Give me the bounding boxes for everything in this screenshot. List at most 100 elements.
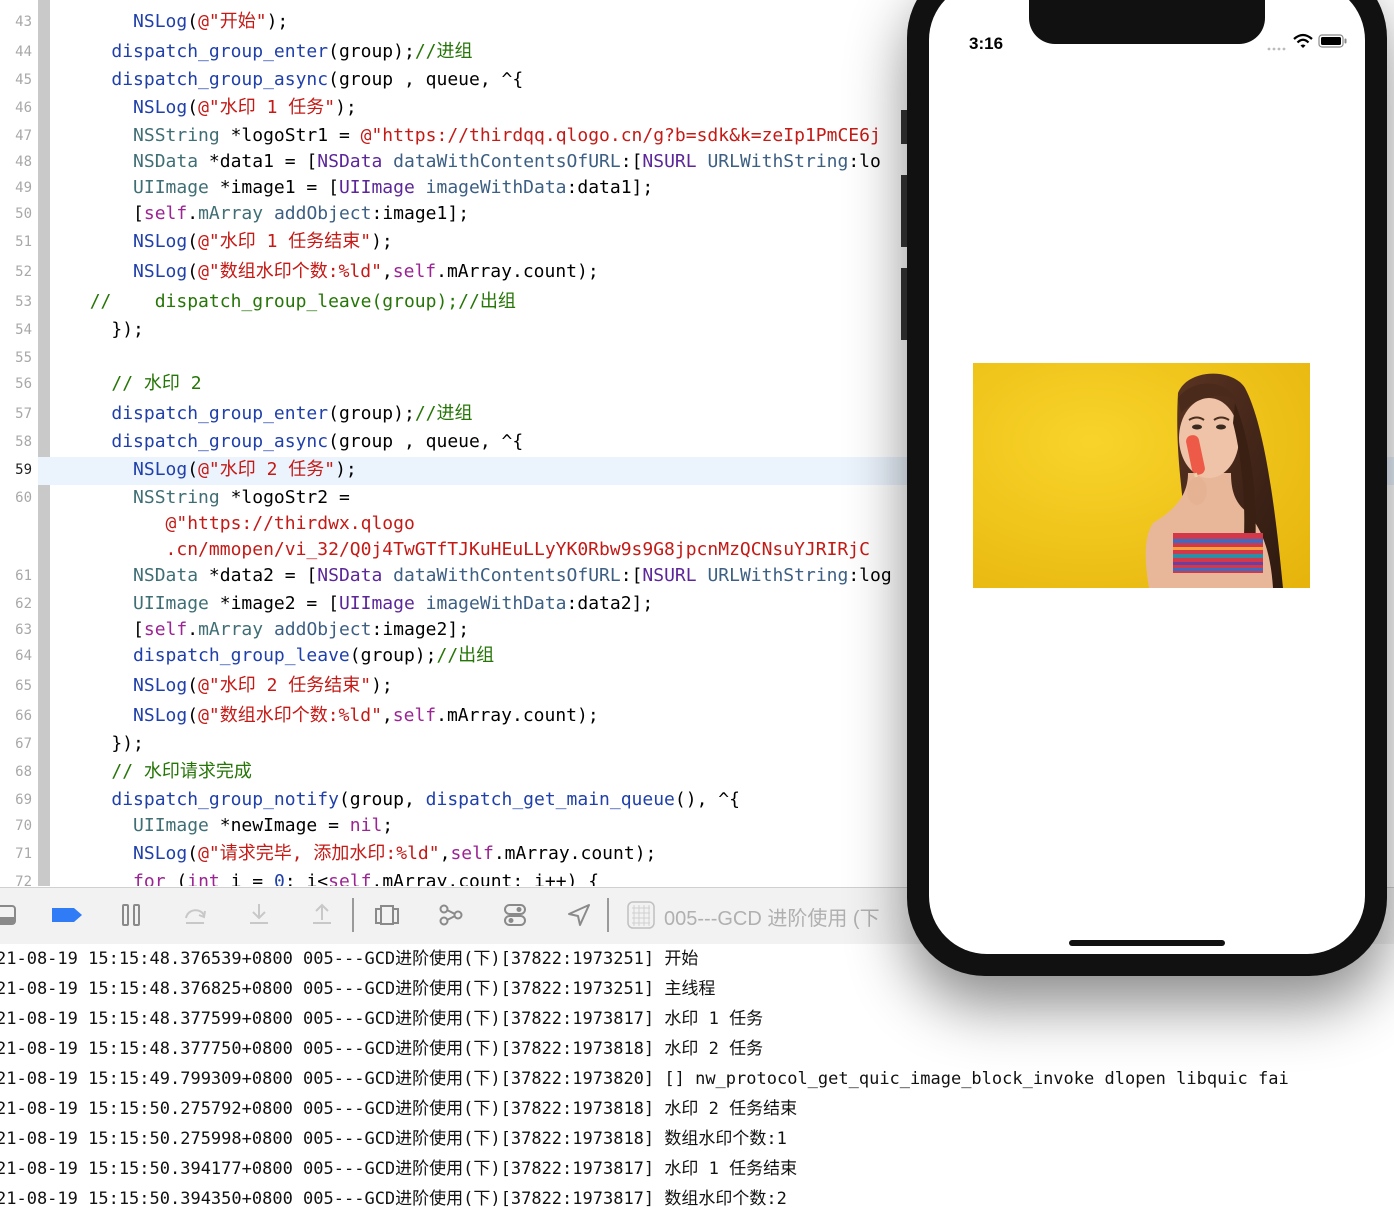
step-out-icon[interactable] xyxy=(309,902,335,928)
code-line[interactable]: NSData *data1 = [NSData dataWithContents… xyxy=(68,151,881,173)
code-line[interactable]: dispatch_group_async(group , queue, ^{ xyxy=(68,69,523,91)
line-number[interactable]: 43 xyxy=(0,14,32,30)
code-line[interactable]: NSLog(@"数组水印个数:%ld",self.mArray.count); xyxy=(68,705,599,727)
code-line[interactable]: }); xyxy=(68,733,144,755)
debug-console[interactable]: 21-08-19 15:15:48.376539+0800 005---GCD进… xyxy=(0,944,1394,1226)
code-token: i = xyxy=(219,871,274,886)
code-line[interactable]: NSLog(@"水印 2 任务"); xyxy=(68,459,357,481)
line-number[interactable]: 54 xyxy=(0,322,32,338)
code-token: int xyxy=(187,871,220,886)
code-line[interactable]: NSData *data2 = [NSData dataWithContents… xyxy=(68,565,892,587)
code-token: URLWithString xyxy=(707,565,849,586)
code-line[interactable]: NSLog(@"数组水印个数:%ld",self.mArray.count); xyxy=(68,261,599,283)
code-line[interactable]: NSLog(@"开始"); xyxy=(68,11,288,33)
notch xyxy=(1029,0,1265,44)
code-line[interactable]: UIImage *image1 = [UIImage imageWithData… xyxy=(68,177,653,199)
code-token: :log xyxy=(848,565,892,586)
code-line[interactable]: dispatch_group_leave(group);//出组 xyxy=(68,645,494,667)
line-number[interactable]: 57 xyxy=(0,406,32,422)
line-number[interactable]: 65 xyxy=(0,678,32,694)
memory-graph-icon[interactable] xyxy=(438,902,464,928)
line-number[interactable]: 72 xyxy=(0,874,32,886)
code-token: dispatch_group_enter xyxy=(111,403,329,424)
line-number[interactable]: 62 xyxy=(0,596,32,612)
code-token: , xyxy=(381,261,393,282)
code-token: addObject xyxy=(273,619,372,640)
code-token: self xyxy=(143,203,188,224)
line-number[interactable]: 52 xyxy=(0,264,32,280)
code-line[interactable]: NSString *logoStr1 = @"https://thirdqq.q… xyxy=(68,125,881,147)
code-line[interactable]: [self.mArray addObject:image2]; xyxy=(68,619,469,641)
code-line[interactable]: UIImage *image2 = [UIImage imageWithData… xyxy=(68,593,653,615)
code-line[interactable]: }); xyxy=(68,319,144,341)
line-number[interactable]: 47 xyxy=(0,128,32,144)
line-number[interactable]: 48 xyxy=(0,154,32,170)
code-line[interactable]: NSLog(@"请求完毕, 添加水印:%ld",self.mArray.coun… xyxy=(68,843,656,865)
iphone-simulator: 3:16 xyxy=(901,0,1387,976)
code-line[interactable]: NSLog(@"水印 2 任务结束"); xyxy=(68,675,393,697)
code-line[interactable]: dispatch_group_enter(group);//进组 xyxy=(68,403,472,425)
code-line[interactable]: for (int i = 0; i<self.mArray.count; i++… xyxy=(68,871,599,886)
line-number[interactable]: 59 xyxy=(0,462,32,478)
code-line[interactable]: // dispatch_group_leave(group);//出组 xyxy=(68,291,516,313)
line-number[interactable]: 44 xyxy=(0,44,32,60)
step-into-icon[interactable] xyxy=(246,902,272,928)
code-token: nil xyxy=(349,815,383,836)
code-line[interactable]: .cn/mmopen/vi_32/Q0j4TwGTfTJKuHEuLLyYK0R… xyxy=(68,539,870,561)
line-number[interactable]: 49 xyxy=(0,180,32,196)
code-line[interactable]: NSLog(@"水印 1 任务"); xyxy=(68,97,357,119)
line-number[interactable]: 55 xyxy=(0,350,32,366)
code-line[interactable]: dispatch_group_async(group , queue, ^{ xyxy=(68,431,523,453)
line-number[interactable]: 56 xyxy=(0,376,32,392)
code-token: dispatch_group_leave xyxy=(133,645,350,666)
code-folding-ribbon[interactable] xyxy=(38,0,50,886)
line-number[interactable]: 63 xyxy=(0,622,32,638)
line-number[interactable]: 70 xyxy=(0,818,32,834)
code-token: UIImage xyxy=(133,177,209,198)
line-number[interactable]: 66 xyxy=(0,708,32,724)
line-number[interactable]: 50 xyxy=(0,206,32,222)
code-token: NSString xyxy=(133,487,220,508)
simulate-location-icon[interactable] xyxy=(566,902,592,928)
code-line[interactable]: NSString *logoStr2 = xyxy=(68,487,350,509)
console-log-line: 21-08-19 15:15:50.394177+0800 005---GCD进… xyxy=(0,1159,798,1179)
line-number[interactable]: 64 xyxy=(0,648,32,664)
code-token: NSURL xyxy=(642,565,697,586)
line-number[interactable]: 69 xyxy=(0,792,32,808)
code-token: mArray xyxy=(198,203,264,224)
line-number[interactable]: 67 xyxy=(0,736,32,752)
code-token: ( xyxy=(187,843,199,864)
line-number[interactable]: 68 xyxy=(0,764,32,780)
line-number[interactable]: 46 xyxy=(0,100,32,116)
code-token: .mArray.count; i++) { xyxy=(371,871,600,886)
code-line[interactable]: // 水印请求完成 xyxy=(68,761,252,783)
code-line[interactable]: [self.mArray addObject:image1]; xyxy=(68,203,469,225)
console-log-line: 21-08-19 15:15:49.799309+0800 005---GCD进… xyxy=(0,1069,1289,1089)
code-token: ( xyxy=(187,97,199,118)
step-over-icon[interactable] xyxy=(182,902,208,928)
home-indicator[interactable] xyxy=(1069,940,1225,946)
pause-icon[interactable] xyxy=(118,902,144,928)
line-number[interactable]: 71 xyxy=(0,846,32,862)
line-number[interactable]: 60 xyxy=(0,490,32,506)
code-line[interactable]: NSLog(@"水印 1 任务结束"); xyxy=(68,231,393,253)
simulator-screen[interactable]: 3:16 xyxy=(929,0,1365,954)
line-number[interactable]: 45 xyxy=(0,72,32,88)
breakpoints-icon[interactable] xyxy=(50,902,84,928)
line-number[interactable]: 53 xyxy=(0,294,32,310)
code-line[interactable]: UIImage *newImage = nil; xyxy=(68,815,393,837)
code-token: mArray xyxy=(198,619,264,640)
line-number[interactable]: 61 xyxy=(0,568,32,584)
environment-overrides-icon[interactable] xyxy=(502,902,528,928)
target-app-icon[interactable] xyxy=(626,900,656,930)
code-line[interactable]: // 水印 2 xyxy=(68,373,201,395)
hide-console-icon[interactable] xyxy=(0,902,18,928)
line-number[interactable]: 51 xyxy=(0,234,32,250)
code-line[interactable]: @"https://thirdwx.qlogo xyxy=(68,513,415,535)
code-line[interactable]: dispatch_group_notify(group, dispatch_ge… xyxy=(68,789,740,811)
code-line[interactable]: dispatch_group_enter(group);//进组 xyxy=(68,41,472,63)
line-number[interactable]: 58 xyxy=(0,434,32,450)
code-token: dispatch_group_async xyxy=(111,69,329,90)
view-hierarchy-icon[interactable] xyxy=(374,902,400,928)
code-token: imageWithData xyxy=(425,177,567,198)
